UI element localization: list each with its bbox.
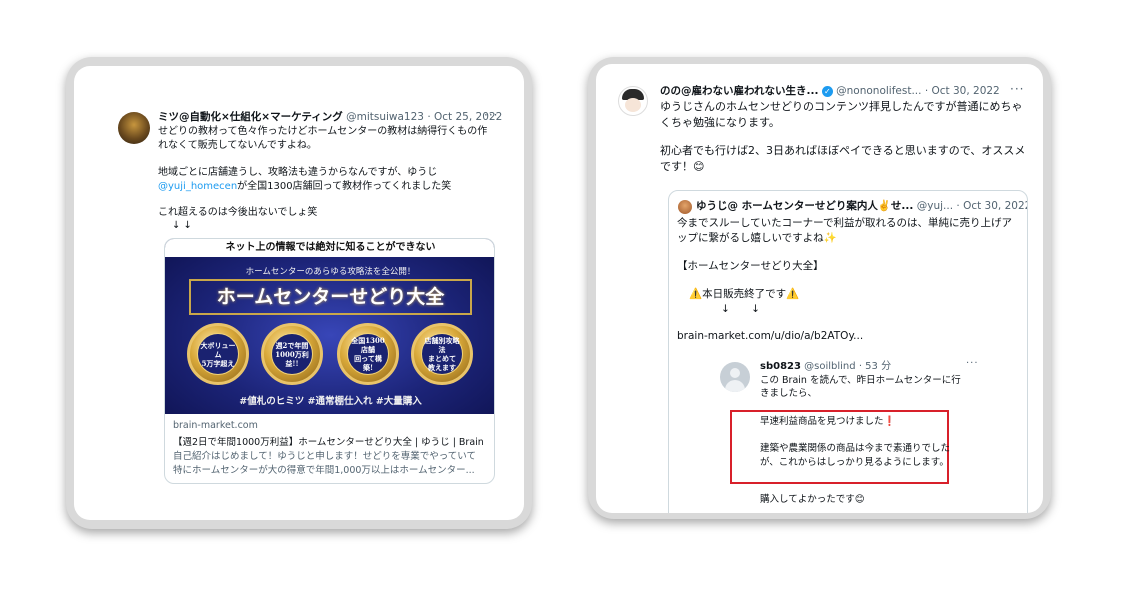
quote-handle[interactable]: @yuj... — [917, 200, 953, 212]
sb-text-line: 早速利益商品を見つけました❗ — [760, 416, 896, 427]
right-avatar[interactable] — [618, 86, 648, 116]
sb-text-line: 建築や農業関係の商品は今まで素通りでした — [760, 443, 951, 454]
quote-text-line: 【ホームセンターせどり大全】 — [677, 260, 824, 272]
right-text-line: です！😊 — [660, 160, 705, 173]
right-text-line: くちゃ勉強になります。 — [660, 116, 780, 129]
link-card-title: 【週2日で年間1000万利益】ホームセンターせどり大全 | ゆうじ | Brai… — [173, 437, 484, 448]
sb-name[interactable]: sb0823 — [760, 361, 801, 372]
link-card-image: ネット上の情報では絶対に知ることができない ホームセンターのあらゆる攻略法を全公… — [165, 239, 494, 414]
sb-text-line: 購入してよかったです😊 — [760, 494, 865, 505]
left-tweet-header: ミツ@自動化×仕組化×マーケティング @mitsuiwa123 · Oct 25… — [158, 110, 502, 124]
link-card[interactable]: ネット上の情報では絶対に知ることができない ホームセンターのあらゆる攻略法を全公… — [164, 238, 495, 484]
sb-handle[interactable]: @soilblind — [804, 361, 855, 372]
left-more-icon[interactable]: ··· — [484, 108, 498, 122]
sb-text-line: この Brain を読んで、昨日ホームセンターに行 — [760, 375, 961, 386]
quote-text-line: 今までスルーしていたコーナーで利益が取れるのは、単純に売り上げア — [677, 217, 1013, 229]
left-text-line: れなくて販売してないんですよね。 — [158, 140, 317, 151]
right-tweet-header: のの@雇わない雇われない生き... ✓ @nononolifest... · O… — [660, 84, 1000, 98]
medal: 全国1300店舗 回って構築! — [337, 323, 399, 385]
left-handle[interactable]: @mitsuiwa123 — [346, 111, 424, 123]
right-more-icon[interactable]: ··· — [1010, 82, 1024, 96]
quote-link[interactable]: brain-market.com/u/dio/a/b2ATOy... — [677, 329, 863, 343]
avatar-head-shape — [730, 368, 740, 378]
right-display-name[interactable]: のの@雇わない雇われない生き... — [660, 85, 818, 97]
left-text-line: せどりの教材って色々作ったけどホームセンターの教材は納得行くもの作 — [158, 126, 488, 137]
quoted-tweet[interactable]: ゆうじ@ ホームセンターせどり案内人✌️せ... @yuj... · Oct 3… — [668, 190, 1028, 513]
mention-rest: が全国1300店舗回って教材作ってくれました笑 — [237, 181, 452, 192]
sb-more-icon[interactable]: ··· — [966, 358, 979, 369]
right-tweet-frame: のの@雇わない雇われない生き... ✓ @nononolifest... · O… — [588, 57, 1051, 519]
quote-display-name[interactable]: ゆうじ@ ホームセンターせどり案内人✌️せ... — [696, 200, 913, 212]
medal: 店舗別攻略法 まとめて 教えます — [411, 323, 473, 385]
banner-top-text: ネット上の情報では絶対に知ることができない — [165, 239, 494, 257]
medal: 週2で年間 1000万利益!! — [261, 323, 323, 385]
left-mention-line: @yuji_homecenが全国1300店舗回って教材作ってくれました笑 — [158, 180, 451, 194]
medal-text: 大ボリューム 5万字超え — [197, 333, 239, 375]
quote-header: ゆうじ@ ホームセンターせどり案内人✌️せ... @yuj... · Oct 3… — [696, 199, 1027, 213]
banner-title: ホームセンターせどり大全 — [189, 279, 472, 315]
left-text-line: 地域ごとに店舗違うし、攻略法も違うからなんですが、ゆうじ — [158, 167, 438, 178]
sb-text-line: きましたら、 — [760, 388, 818, 399]
right-text-line: 初心者でも行けば2、3日あればほぼペイできると思いますので、オススメ — [660, 144, 1026, 157]
verified-badge-icon: ✓ — [821, 85, 833, 97]
avatar-body-shape — [725, 380, 745, 392]
left-avatar[interactable] — [118, 112, 150, 144]
mention-link[interactable]: @yuji_homecen — [158, 181, 237, 192]
banner-hashtags: #値札のヒミツ #通常棚仕入れ #大量購入 — [239, 396, 422, 407]
quote-arrows: ↓ ↓ — [721, 303, 760, 315]
left-text-line: これ超えるのは今後出ないでしょ笑 — [158, 207, 318, 218]
link-card-desc: 自己紹介はじめまして！ゆうじと申します！せどりを専業でやっていて — [173, 451, 476, 462]
right-handle[interactable]: @nononolifest... — [836, 85, 921, 97]
embedded-screenshot: sb0823 @soilblind · 53 分 ··· この Brain を読… — [716, 358, 986, 513]
face-shape — [625, 98, 641, 112]
sb-avatar[interactable] — [720, 362, 750, 392]
link-card-domain: brain-market.com — [173, 420, 258, 431]
sb-text-line: が、これからはしっかり見るようにします。 — [760, 457, 949, 468]
quote-date[interactable]: · Oct 30, 2022 — [956, 200, 1027, 212]
left-arrows: ↓ ↓ — [172, 220, 192, 231]
left-tweet-card: ミツ@自動化×仕組化×マーケティング @mitsuiwa123 · Oct 25… — [74, 66, 524, 520]
left-tweet-frame: ミツ@自動化×仕組化×マーケティング @mitsuiwa123 · Oct 25… — [66, 57, 532, 529]
link-card-desc: 特にホームセンターが大の得意で年間1,000万以上はホームセンター... — [173, 465, 475, 476]
right-tweet-card: のの@雇わない雇われない生き... ✓ @nononolifest... · O… — [596, 64, 1043, 513]
medal: 大ボリューム 5万字超え — [187, 323, 249, 385]
medal-text: 全国1300店舗 回って構築! — [347, 333, 389, 375]
right-date[interactable]: · Oct 30, 2022 — [925, 85, 1000, 97]
banner-sub-text: ホームセンターのあらゆる攻略法を全公開！ — [245, 267, 416, 277]
sb-time[interactable]: · 53 分 — [859, 361, 891, 372]
quote-text-line: ⚠️本日販売終了です⚠️ — [689, 288, 800, 300]
quote-text-line: ップに繋がるし嬉しいですよね✨ — [677, 232, 837, 244]
quote-avatar[interactable] — [678, 200, 692, 214]
medal-text: 店舗別攻略法 まとめて 教えます — [421, 333, 463, 375]
sb-header: sb0823 @soilblind · 53 分 — [760, 360, 891, 374]
medal-text: 週2で年間 1000万利益!! — [271, 333, 313, 375]
right-text-line: ゆうじさんのホムセンせどりのコンテンツ拝見したんですが普通にめちゃ — [660, 100, 1023, 113]
left-display-name[interactable]: ミツ@自動化×仕組化×マーケティング — [158, 111, 343, 123]
